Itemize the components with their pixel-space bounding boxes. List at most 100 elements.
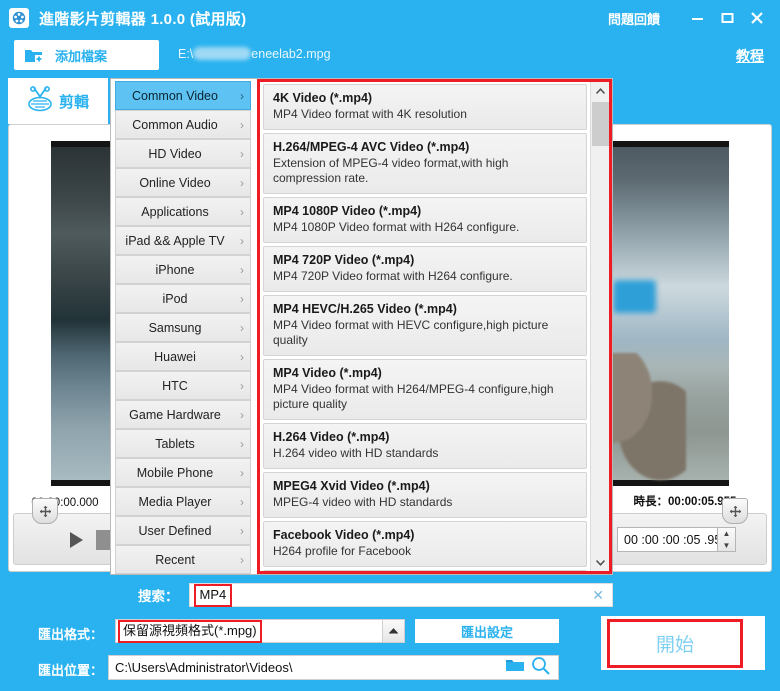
chevron-right-icon: › [240, 320, 244, 335]
format-list-item[interactable]: 4K Video (*.mp4) MP4 Video format with 4K… [263, 84, 587, 130]
format-category-tablets[interactable]: Tablets › [115, 429, 251, 458]
chevron-right-icon: › [240, 146, 244, 161]
export-settings-button[interactable]: 匯出設定 [415, 619, 559, 643]
format-category-hd-video[interactable]: HD Video › [115, 139, 251, 168]
format-item-description: H.264 video with HD standards [273, 446, 439, 460]
file-path-redacted [193, 47, 252, 60]
format-category-label: Common Video [132, 88, 218, 103]
chevron-right-icon: › [240, 291, 244, 306]
start-button-container: 開始 [601, 616, 765, 670]
format-category-samsung[interactable]: Samsung › [115, 313, 251, 342]
format-list-item[interactable]: MPEG4 Xvid Video (*.mp4) MPEG-4 video wit… [263, 472, 587, 518]
format-category-label: Huawei [154, 349, 196, 364]
chevron-right-icon: › [240, 233, 244, 248]
format-item-title: MP4 Video (*.mp4) [273, 366, 382, 380]
minimize-icon[interactable] [682, 5, 712, 31]
format-category-game-hardware[interactable]: Game Hardware › [115, 400, 251, 429]
time-stepper[interactable]: ▲ ▼ [717, 527, 736, 552]
chevron-right-icon: › [240, 175, 244, 190]
preview-output: 時長：00:00:05.955 [603, 131, 767, 514]
format-category-ipad-apple-tv[interactable]: iPad && Apple TV › [115, 226, 251, 255]
play-icon[interactable] [66, 530, 86, 550]
format-list-item[interactable]: Facebook Video (*.mp4) H264 profile for F… [263, 521, 587, 567]
preview-source-video[interactable] [51, 141, 117, 486]
format-item-title: MP4 HEVC/H.265 Video (*.mp4) [273, 302, 457, 316]
time-value[interactable]: 00 :00 :00 :05 .955 [617, 527, 728, 552]
format-list-item[interactable]: MP4 Video (*.mp4) MP4 Video format with H… [263, 359, 587, 420]
stepper-down-icon[interactable]: ▼ [718, 540, 735, 552]
tutorial-link[interactable]: 教程 [736, 46, 764, 66]
format-search-row: 搜索： MP4 ✕ [110, 578, 613, 612]
export-format-value: 保留源視頻格式(*.mpg) [118, 619, 262, 643]
format-list-item[interactable]: HTML5 MP4 Video (*.mp4)H.264 video profi… [263, 570, 587, 571]
trim-handle-end[interactable] [722, 498, 748, 524]
clear-icon[interactable]: ✕ [592, 587, 604, 604]
stepper-up-icon[interactable]: ▲ [718, 528, 735, 540]
format-category-applications[interactable]: Applications › [115, 197, 251, 226]
preview-output-frame [603, 147, 729, 480]
search-input[interactable]: MP4 ✕ [188, 583, 613, 607]
start-button[interactable]: 開始 [607, 619, 743, 668]
add-file-label: 添加檔案 [55, 48, 108, 64]
format-category-common-video[interactable]: Common Video › [115, 81, 251, 110]
search-input-value[interactable]: MP4 [193, 583, 233, 607]
add-file-button[interactable]: 添加檔案 [14, 40, 159, 70]
format-list-item[interactable]: MP4 1080P Video (*.mp4) MP4 1080P Video f… [263, 197, 587, 243]
format-category-ipod[interactable]: iPod › [115, 284, 251, 313]
format-category-label: HTC [162, 378, 188, 393]
scrollbar-thumb[interactable] [592, 102, 609, 146]
time-spinner[interactable]: 00 :00 :00 :05 .955 ▲ ▼ [617, 527, 736, 552]
current-file-path: E:\ eneelab2.mpg [178, 47, 331, 61]
format-category-label: Online Video [139, 175, 211, 190]
chevron-right-icon: › [240, 117, 244, 132]
export-location-input[interactable]: C:\Users\Administrator\Videos\ [108, 655, 559, 680]
format-category-recent[interactable]: Recent › [115, 545, 251, 574]
chevron-up-icon[interactable] [382, 620, 404, 642]
scroll-up-icon[interactable] [591, 82, 610, 100]
format-list-item[interactable]: MP4 HEVC/H.265 Video (*.mp4) MP4 Video fo… [263, 295, 587, 356]
format-category-label: Media Player [138, 494, 212, 509]
format-item-title: MP4 1080P Video (*.mp4) [273, 204, 422, 218]
format-item-description: Extension of MPEG-4 video format,with hi… [273, 156, 509, 185]
export-location-value: C:\Users\Administrator\Videos\ [115, 660, 293, 675]
format-item-title: H.264 Video (*.mp4) [273, 430, 390, 444]
format-category-htc[interactable]: HTC › [115, 371, 251, 400]
format-category-iphone[interactable]: iPhone › [115, 255, 251, 284]
format-category-user-defined[interactable]: User Defined › [115, 516, 251, 545]
feedback-link[interactable]: 問題回饋 [608, 9, 660, 28]
maximize-icon[interactable] [712, 5, 742, 31]
app-logo-icon [9, 8, 29, 28]
search-label: 搜索： [138, 589, 179, 604]
format-category-label: Game Hardware [129, 407, 221, 422]
format-list-highlight-box: 4K Video (*.mp4) MP4 Video format with 4K… [257, 79, 612, 574]
scroll-down-icon[interactable] [591, 553, 610, 571]
close-icon[interactable] [742, 5, 772, 31]
tab-edit[interactable]: 剪輯 [8, 78, 108, 124]
format-category-mobile-phone[interactable]: Mobile Phone › [115, 458, 251, 487]
folder-icon[interactable] [505, 657, 525, 678]
export-location-label: 匯出位置： [38, 663, 104, 678]
format-item-title: 4K Video (*.mp4) [273, 91, 373, 105]
format-list-item[interactable]: H.264 Video (*.mp4) H.264 video with HD s… [263, 423, 587, 469]
search-icon[interactable] [531, 656, 550, 680]
format-list-scrollbar[interactable] [590, 82, 609, 571]
format-list-item[interactable]: H.264/MPEG-4 AVC Video (*.mp4) Extension … [263, 133, 587, 194]
format-category-common-audio[interactable]: Common Audio › [115, 110, 251, 139]
format-category-huawei[interactable]: Huawei › [115, 342, 251, 371]
format-category-online-video[interactable]: Online Video › [115, 168, 251, 197]
chevron-right-icon: › [240, 88, 244, 103]
format-category-label: HD Video [148, 146, 202, 161]
format-category-media-player[interactable]: Media Player › [115, 487, 251, 516]
format-item-description: H264 profile for Facebook [273, 544, 412, 558]
format-category-label: Recent [155, 552, 195, 567]
format-category-label: iPod [162, 291, 188, 306]
format-item-description: MP4 Video format with 4K resolution [273, 107, 467, 121]
format-category-label: iPhone [155, 262, 195, 277]
trim-handle-start[interactable] [32, 498, 58, 524]
export-format-select[interactable]: 保留源視頻格式(*.mpg) [115, 619, 405, 643]
format-list-item[interactable]: MP4 720P Video (*.mp4) MP4 720P Video for… [263, 246, 587, 292]
toolbar: 添加檔案 E:\ eneelab2.mpg 教程 [0, 36, 780, 78]
preview-output-video[interactable] [603, 141, 729, 486]
preview-source: 00:00:00.000 [13, 131, 117, 514]
format-item-description: MP4 Video format with H264/MPEG-4 config… [273, 382, 554, 411]
